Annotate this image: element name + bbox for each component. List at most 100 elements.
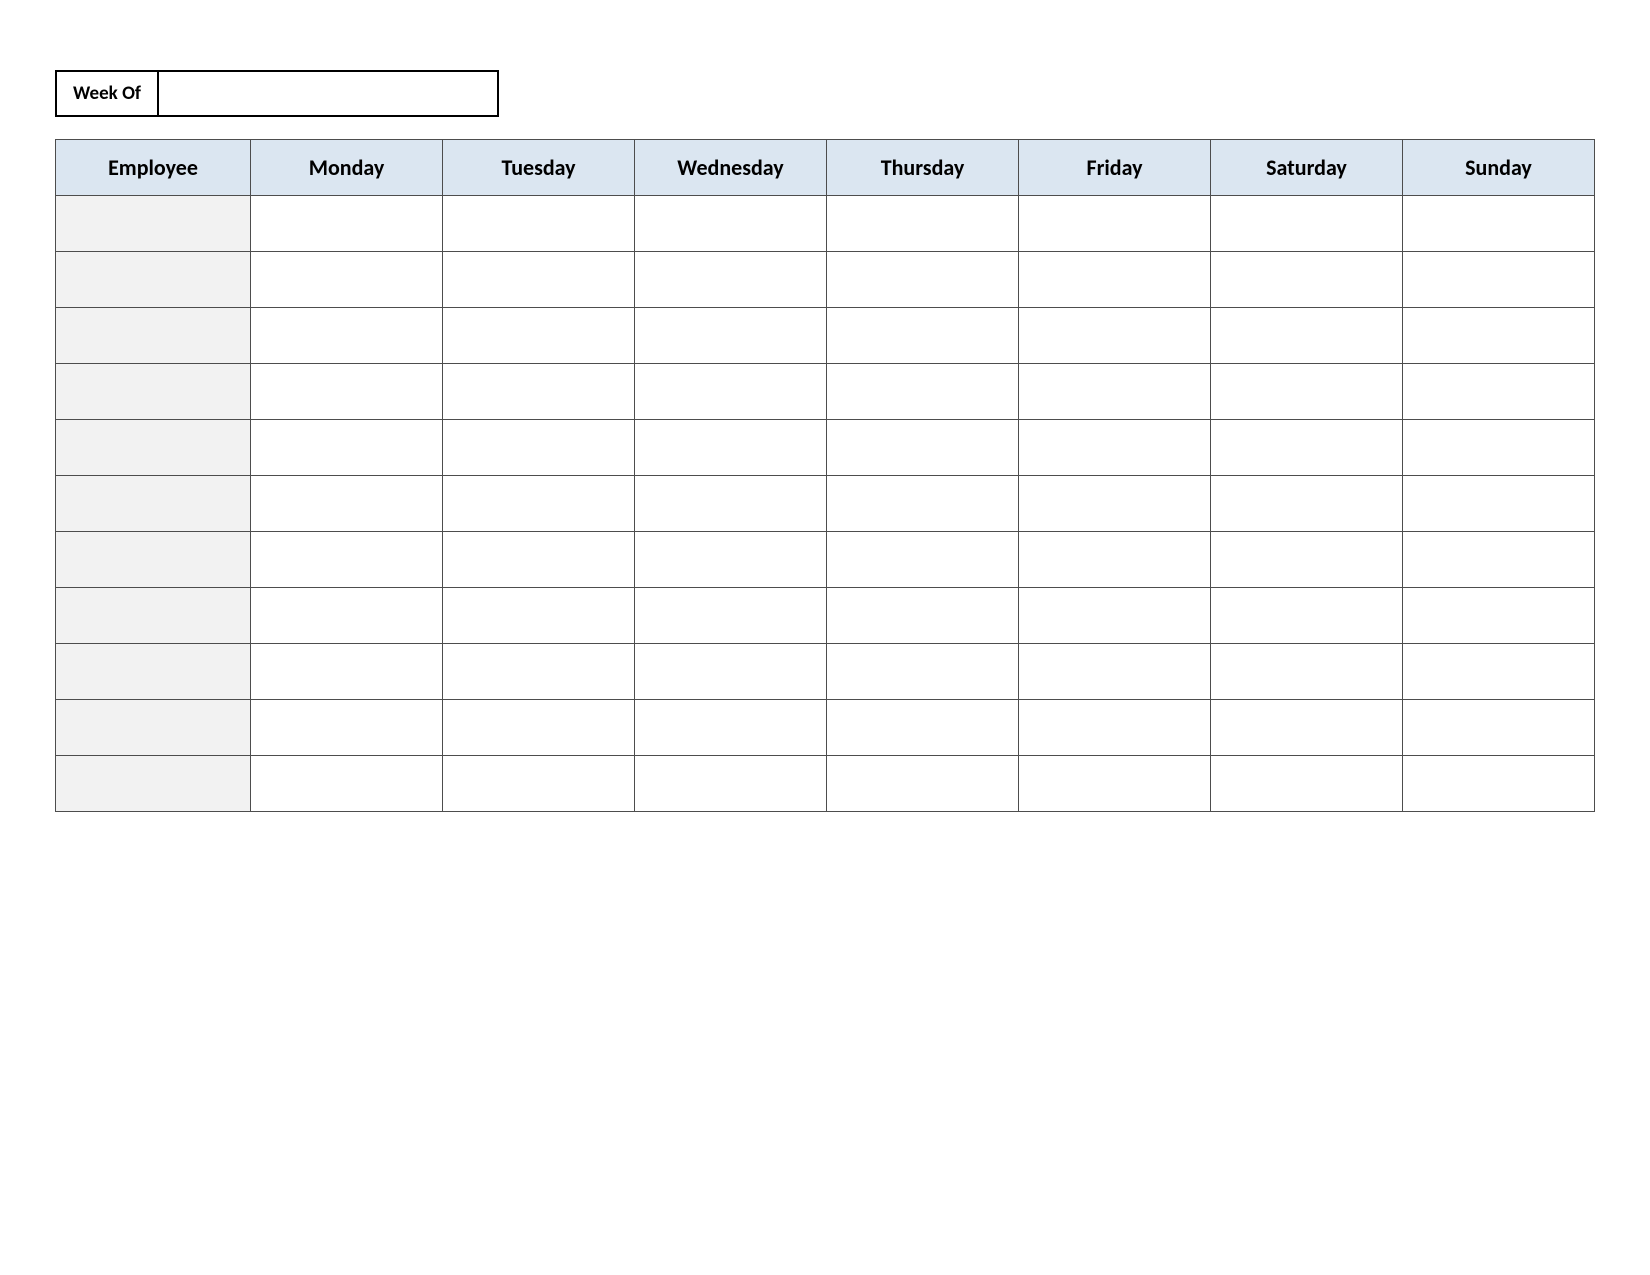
cell-wed[interactable] bbox=[635, 420, 827, 476]
cell-tue[interactable] bbox=[443, 588, 635, 644]
cell-tue[interactable] bbox=[443, 644, 635, 700]
cell-sun[interactable] bbox=[1403, 252, 1595, 308]
employee-cell[interactable] bbox=[56, 644, 251, 700]
page: Week Of Employee Monday Tuesday Wednesda… bbox=[0, 0, 1650, 812]
cell-wed[interactable] bbox=[635, 308, 827, 364]
cell-fri[interactable] bbox=[1019, 196, 1211, 252]
cell-sun[interactable] bbox=[1403, 476, 1595, 532]
cell-sun[interactable] bbox=[1403, 756, 1595, 812]
cell-thu[interactable] bbox=[827, 756, 1019, 812]
cell-fri[interactable] bbox=[1019, 476, 1211, 532]
cell-wed[interactable] bbox=[635, 532, 827, 588]
cell-thu[interactable] bbox=[827, 644, 1019, 700]
employee-cell[interactable] bbox=[56, 756, 251, 812]
cell-mon[interactable] bbox=[251, 532, 443, 588]
cell-tue[interactable] bbox=[443, 196, 635, 252]
cell-mon[interactable] bbox=[251, 476, 443, 532]
cell-wed[interactable] bbox=[635, 644, 827, 700]
table-row bbox=[56, 700, 1595, 756]
cell-tue[interactable] bbox=[443, 476, 635, 532]
cell-fri[interactable] bbox=[1019, 756, 1211, 812]
cell-thu[interactable] bbox=[827, 476, 1019, 532]
cell-thu[interactable] bbox=[827, 420, 1019, 476]
cell-fri[interactable] bbox=[1019, 308, 1211, 364]
week-of-input[interactable] bbox=[159, 70, 499, 117]
cell-sun[interactable] bbox=[1403, 532, 1595, 588]
cell-mon[interactable] bbox=[251, 700, 443, 756]
cell-thu[interactable] bbox=[827, 588, 1019, 644]
table-row bbox=[56, 756, 1595, 812]
employee-cell[interactable] bbox=[56, 308, 251, 364]
cell-tue[interactable] bbox=[443, 420, 635, 476]
employee-cell[interactable] bbox=[56, 364, 251, 420]
cell-tue[interactable] bbox=[443, 532, 635, 588]
cell-sat[interactable] bbox=[1211, 364, 1403, 420]
cell-tue[interactable] bbox=[443, 756, 635, 812]
cell-sat[interactable] bbox=[1211, 532, 1403, 588]
employee-cell[interactable] bbox=[56, 252, 251, 308]
cell-sun[interactable] bbox=[1403, 588, 1595, 644]
cell-thu[interactable] bbox=[827, 308, 1019, 364]
cell-sat[interactable] bbox=[1211, 308, 1403, 364]
cell-fri[interactable] bbox=[1019, 252, 1211, 308]
cell-fri[interactable] bbox=[1019, 364, 1211, 420]
cell-sat[interactable] bbox=[1211, 196, 1403, 252]
table-row bbox=[56, 252, 1595, 308]
cell-wed[interactable] bbox=[635, 756, 827, 812]
cell-sat[interactable] bbox=[1211, 700, 1403, 756]
cell-thu[interactable] bbox=[827, 252, 1019, 308]
cell-sat[interactable] bbox=[1211, 644, 1403, 700]
cell-sun[interactable] bbox=[1403, 420, 1595, 476]
cell-sat[interactable] bbox=[1211, 252, 1403, 308]
cell-wed[interactable] bbox=[635, 588, 827, 644]
cell-tue[interactable] bbox=[443, 252, 635, 308]
table-row bbox=[56, 476, 1595, 532]
cell-thu[interactable] bbox=[827, 364, 1019, 420]
cell-tue[interactable] bbox=[443, 364, 635, 420]
employee-cell[interactable] bbox=[56, 420, 251, 476]
cell-sun[interactable] bbox=[1403, 308, 1595, 364]
cell-fri[interactable] bbox=[1019, 420, 1211, 476]
cell-sat[interactable] bbox=[1211, 420, 1403, 476]
header-row: Employee Monday Tuesday Wednesday Thursd… bbox=[56, 140, 1595, 196]
cell-mon[interactable] bbox=[251, 364, 443, 420]
cell-mon[interactable] bbox=[251, 420, 443, 476]
employee-cell[interactable] bbox=[56, 196, 251, 252]
cell-mon[interactable] bbox=[251, 588, 443, 644]
cell-mon[interactable] bbox=[251, 196, 443, 252]
cell-thu[interactable] bbox=[827, 532, 1019, 588]
cell-thu[interactable] bbox=[827, 196, 1019, 252]
cell-mon[interactable] bbox=[251, 644, 443, 700]
cell-wed[interactable] bbox=[635, 476, 827, 532]
cell-wed[interactable] bbox=[635, 364, 827, 420]
table-row bbox=[56, 532, 1595, 588]
cell-sun[interactable] bbox=[1403, 644, 1595, 700]
employee-cell[interactable] bbox=[56, 700, 251, 756]
cell-fri[interactable] bbox=[1019, 532, 1211, 588]
cell-sat[interactable] bbox=[1211, 588, 1403, 644]
col-monday: Monday bbox=[251, 140, 443, 196]
cell-wed[interactable] bbox=[635, 252, 827, 308]
employee-cell[interactable] bbox=[56, 532, 251, 588]
employee-cell[interactable] bbox=[56, 476, 251, 532]
cell-tue[interactable] bbox=[443, 700, 635, 756]
cell-mon[interactable] bbox=[251, 308, 443, 364]
col-friday: Friday bbox=[1019, 140, 1211, 196]
cell-mon[interactable] bbox=[251, 252, 443, 308]
cell-sat[interactable] bbox=[1211, 476, 1403, 532]
employee-cell[interactable] bbox=[56, 588, 251, 644]
cell-sun[interactable] bbox=[1403, 700, 1595, 756]
cell-fri[interactable] bbox=[1019, 588, 1211, 644]
cell-fri[interactable] bbox=[1019, 700, 1211, 756]
table-row bbox=[56, 644, 1595, 700]
cell-thu[interactable] bbox=[827, 700, 1019, 756]
cell-mon[interactable] bbox=[251, 756, 443, 812]
cell-sun[interactable] bbox=[1403, 196, 1595, 252]
table-row bbox=[56, 196, 1595, 252]
cell-wed[interactable] bbox=[635, 196, 827, 252]
cell-wed[interactable] bbox=[635, 700, 827, 756]
cell-fri[interactable] bbox=[1019, 644, 1211, 700]
cell-sun[interactable] bbox=[1403, 364, 1595, 420]
cell-tue[interactable] bbox=[443, 308, 635, 364]
cell-sat[interactable] bbox=[1211, 756, 1403, 812]
